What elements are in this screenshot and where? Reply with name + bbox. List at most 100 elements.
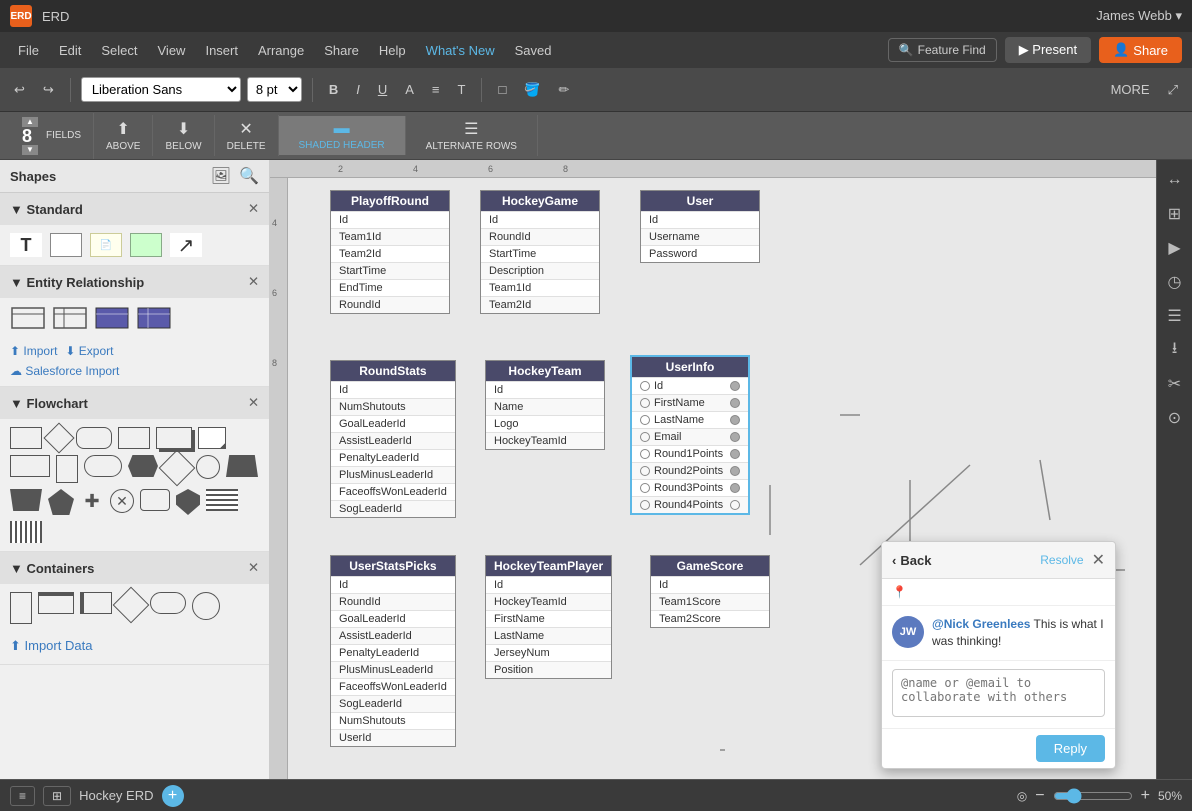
- fc-x[interactable]: ✕: [110, 489, 134, 513]
- menu-insert[interactable]: Insert: [197, 39, 246, 62]
- fc-diamond[interactable]: [43, 422, 74, 453]
- fc-lines2[interactable]: [10, 521, 42, 543]
- standard-section-header[interactable]: ▼ Standard ✕: [0, 193, 269, 225]
- rp-expand-btn[interactable]: ↔: [1161, 166, 1189, 194]
- container-6[interactable]: [192, 592, 220, 620]
- present-button[interactable]: ▶ Present: [1005, 37, 1091, 63]
- fc-lines[interactable]: [206, 489, 238, 511]
- fc-tall[interactable]: [56, 455, 78, 483]
- shape-green[interactable]: [130, 233, 162, 257]
- import-btn[interactable]: ⬆ Import: [10, 344, 57, 358]
- fc-rounded[interactable]: [76, 427, 112, 449]
- table-round-stats[interactable]: RoundStats Id NumShutouts GoalLeaderId A…: [330, 360, 456, 518]
- menu-arrange[interactable]: Arrange: [250, 39, 312, 62]
- er-shape-1[interactable]: [10, 306, 46, 330]
- menu-view[interactable]: View: [150, 39, 194, 62]
- fc-r2[interactable]: [140, 489, 170, 511]
- menu-file[interactable]: File: [10, 39, 47, 62]
- container-2[interactable]: [38, 592, 74, 614]
- er-shape-3[interactable]: [94, 306, 130, 330]
- fc-rect[interactable]: [10, 427, 42, 449]
- fields-decrement[interactable]: ▼: [22, 145, 38, 155]
- fill-none-button[interactable]: □: [492, 79, 512, 100]
- rp-clock-btn[interactable]: ◷: [1161, 268, 1189, 296]
- fc-shape5[interactable]: [198, 427, 226, 449]
- alternate-rows-button[interactable]: ☰ ALTERNATE ROWS: [406, 115, 538, 156]
- menu-whats-new[interactable]: What's New: [418, 39, 503, 62]
- shape-text[interactable]: T: [10, 233, 42, 257]
- bold-button[interactable]: B: [323, 79, 344, 100]
- zoom-in-btn[interactable]: +: [1141, 787, 1150, 805]
- shapes-search-btn[interactable]: 🔍: [239, 166, 259, 186]
- standard-close[interactable]: ✕: [248, 201, 259, 217]
- fc-dbl-rect[interactable]: [156, 427, 192, 449]
- entity-section-header[interactable]: ▼ Entity Relationship ✕: [0, 266, 269, 298]
- fc-pill[interactable]: [84, 455, 122, 477]
- rp-layers-btn[interactable]: ☰: [1161, 302, 1189, 330]
- font-size-select[interactable]: 8 pt: [247, 77, 302, 102]
- zoom-out-btn[interactable]: −: [1035, 787, 1044, 805]
- table-user[interactable]: User Id Username Password: [640, 190, 760, 263]
- shaded-header-button[interactable]: ▬ SHADED HEADER: [279, 116, 406, 155]
- er-shape-2[interactable]: [52, 306, 88, 330]
- below-button[interactable]: ⬇ BELOW: [153, 115, 214, 156]
- fc-hexagon[interactable]: [128, 455, 158, 477]
- rp-play-btn[interactable]: ▶: [1161, 234, 1189, 262]
- rp-download-btn[interactable]: ⭳: [1161, 336, 1189, 364]
- table-playoff-round[interactable]: PlayoffRound Id Team1Id Team2Id StartTim…: [330, 190, 450, 314]
- font-color-button[interactable]: A: [399, 79, 420, 100]
- feature-find-button[interactable]: 🔍 Feature Find: [888, 38, 997, 62]
- table-user-info[interactable]: UserInfo Id FirstName LastName Email Rou…: [630, 355, 750, 515]
- table-hockey-team[interactable]: HockeyTeam Id Name Logo HockeyTeamId: [485, 360, 605, 450]
- italic-button[interactable]: I: [350, 79, 366, 100]
- resolve-button[interactable]: Resolve: [1040, 553, 1083, 567]
- fields-increment[interactable]: ▲: [22, 117, 38, 127]
- menu-edit[interactable]: Edit: [51, 39, 89, 62]
- zoom-slider[interactable]: [1053, 788, 1133, 804]
- undo-button[interactable]: ↩: [8, 79, 31, 101]
- shape-arrow[interactable]: ↗: [170, 233, 202, 257]
- fc-shield[interactable]: [176, 489, 200, 515]
- menu-select[interactable]: Select: [93, 39, 145, 62]
- er-shape-4[interactable]: [136, 306, 172, 330]
- containers-close[interactable]: ✕: [248, 560, 259, 576]
- flowchart-close[interactable]: ✕: [248, 395, 259, 411]
- container-5[interactable]: [150, 592, 186, 614]
- more-button[interactable]: MORE: [1105, 79, 1156, 100]
- salesforce-import[interactable]: ☁ Salesforce Import: [0, 364, 269, 386]
- container-3[interactable]: [80, 592, 112, 614]
- comment-input[interactable]: [892, 669, 1105, 717]
- fc-trap[interactable]: [226, 455, 258, 477]
- entity-close[interactable]: ✕: [248, 274, 259, 290]
- rp-cut-btn[interactable]: ✂: [1161, 370, 1189, 398]
- export-btn[interactable]: ⬇ Export: [65, 344, 113, 358]
- shape-rect[interactable]: [50, 233, 82, 257]
- fc-cross[interactable]: ✚: [80, 489, 104, 513]
- redo-button[interactable]: ↪: [37, 79, 60, 101]
- import-data-btn[interactable]: ⬆ Import Data: [0, 632, 269, 664]
- fc-rect3[interactable]: [10, 455, 50, 477]
- font-select[interactable]: Liberation Sans: [81, 77, 241, 102]
- grid-view-btn[interactable]: ⊞: [43, 786, 71, 806]
- close-button[interactable]: ✕: [1092, 550, 1105, 570]
- container-1[interactable]: [10, 592, 32, 624]
- rp-settings-btn[interactable]: ⊙: [1161, 404, 1189, 432]
- rp-grid-btn[interactable]: ⊞: [1161, 200, 1189, 228]
- fc-diamond2[interactable]: [159, 450, 196, 487]
- delete-button[interactable]: ✕ DELETE: [215, 115, 279, 156]
- shape-note[interactable]: 📄: [90, 233, 122, 257]
- fullscreen-button[interactable]: ⤢: [1162, 79, 1184, 101]
- table-user-stats-picks[interactable]: UserStatsPicks Id RoundId GoalLeaderId A…: [330, 555, 456, 747]
- fc-rect2[interactable]: [118, 427, 150, 449]
- underline-button[interactable]: U: [372, 79, 393, 100]
- text-format-button[interactable]: T: [451, 79, 471, 100]
- reply-button[interactable]: Reply: [1036, 735, 1105, 762]
- above-button[interactable]: ⬆ ABOVE: [94, 115, 153, 156]
- add-page-btn[interactable]: +: [162, 785, 184, 807]
- fc-pent[interactable]: [48, 489, 74, 515]
- align-button[interactable]: ≡: [426, 79, 446, 100]
- line-color-button[interactable]: ✏: [552, 79, 575, 101]
- canvas[interactable]: 2 4 6 8 4 6 8: [270, 160, 1156, 779]
- flowchart-section-header[interactable]: ▼ Flowchart ✕: [0, 387, 269, 419]
- fill-bucket-button[interactable]: 🪣: [518, 79, 546, 101]
